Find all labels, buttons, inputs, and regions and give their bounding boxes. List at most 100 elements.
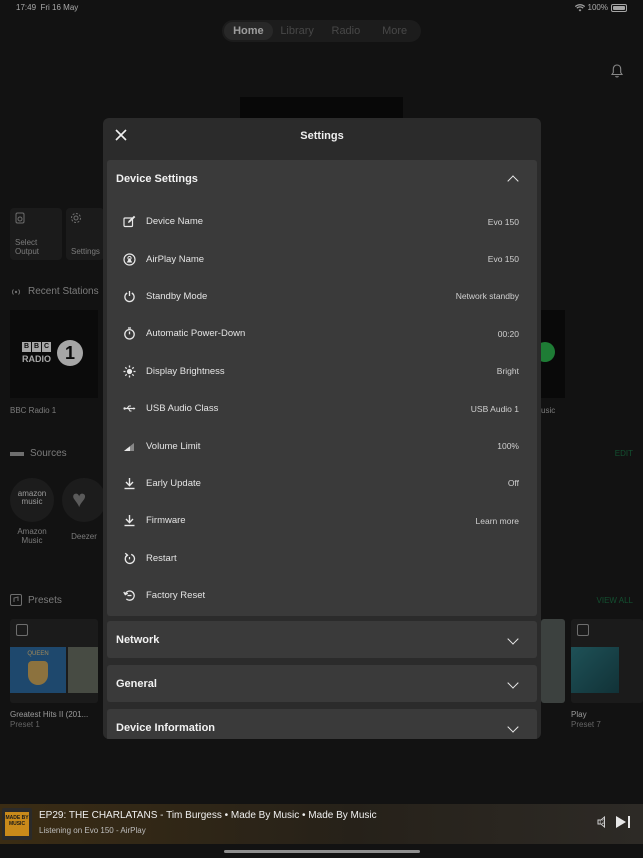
network-header[interactable]: Network	[107, 621, 537, 658]
settings-title: Settings	[300, 130, 344, 142]
setting-value: 00:20	[497, 328, 519, 339]
player-track-title: EP29: THE CHARLATANS - Tim Burgess • Mad…	[39, 810, 377, 821]
home-indicator[interactable]	[224, 850, 420, 853]
setting-early-update[interactable]: Early Update Off	[107, 465, 537, 502]
chevron-down-icon	[507, 633, 519, 645]
setting-usb-audio-class[interactable]: USB Audio Class USB Audio 1	[107, 390, 537, 427]
preset-card-1[interactable]: QUEEN	[10, 619, 98, 703]
wifi-icon	[574, 3, 585, 12]
setting-value: Off	[507, 478, 519, 489]
status-time: 17:49 Fri 16 May	[16, 3, 78, 12]
settings-header: Settings	[103, 118, 541, 154]
chevron-up-icon	[507, 175, 519, 187]
preset-card-7[interactable]	[571, 619, 643, 703]
play-icon[interactable]	[616, 816, 626, 828]
mini-player[interactable]: MADE BY MUSIC EP29: THE CHARLATANS - Tim…	[0, 804, 643, 844]
setting-label: Volume Limit	[146, 440, 201, 452]
setting-value: Evo 150	[487, 216, 519, 227]
speaker-output-icon	[14, 212, 58, 224]
general-title: General	[116, 677, 157, 690]
preset-artwork-text: QUEEN	[27, 651, 49, 657]
station-card-partial[interactable]	[535, 310, 565, 398]
source-amazon-music[interactable]: amazon music	[10, 478, 54, 522]
presets-icon	[10, 594, 22, 606]
setting-factory-reset[interactable]: Factory Reset	[107, 577, 537, 614]
chevron-down-icon	[507, 677, 519, 689]
status-clock: 17:49	[16, 3, 37, 12]
battery-percentage: 100%	[587, 3, 608, 12]
status-bar: 17:49 Fri 16 May 100%	[0, 0, 643, 16]
tab-radio[interactable]: Radio	[322, 22, 371, 40]
setting-automatic-power-down[interactable]: Automatic Power-Down 00:20	[107, 315, 537, 352]
bbc-radio-1-logo: B B C RADIO 1	[22, 340, 83, 366]
station-label: BBC Radio 1	[10, 406, 57, 415]
setting-volume-limit[interactable]: Volume Limit 100%	[107, 427, 537, 464]
top-nav: Home Library Radio More	[222, 20, 421, 42]
setting-value: Bright	[496, 366, 519, 377]
firmware-learn-more-link[interactable]: Learn more	[476, 516, 519, 526]
select-output-tile[interactable]: Select Output	[10, 208, 62, 260]
sources-title: Sources	[30, 448, 67, 459]
preset-artwork: QUEEN	[10, 647, 66, 693]
station-card-bbc-radio-1[interactable]: B B C RADIO 1	[10, 310, 98, 398]
setting-restart[interactable]: Restart	[107, 540, 537, 577]
gear-icon	[70, 212, 100, 224]
tab-library[interactable]: Library	[273, 22, 322, 40]
tab-home[interactable]: Home	[224, 22, 273, 40]
setting-value: Evo 150	[487, 254, 519, 265]
amazon-music-logo: amazon music	[17, 489, 47, 506]
setting-airplay-name[interactable]: AirPlay Name Evo 150	[107, 240, 537, 277]
setting-standby-mode[interactable]: Standby Mode Network standby	[107, 278, 537, 315]
setting-label: Standby Mode	[146, 290, 208, 302]
airplay-icon	[122, 252, 136, 266]
device-information-title: Device Information	[116, 721, 216, 734]
settings-tile-label: Settings	[71, 247, 100, 256]
recent-stations-heading: Recent Stations	[10, 286, 99, 297]
setting-value: 100%	[497, 441, 519, 452]
bbc-logo-block: C	[42, 342, 51, 352]
setting-firmware[interactable]: Firmware Learn more	[107, 502, 537, 539]
setting-label: Automatic Power-Down	[146, 328, 246, 340]
general-header[interactable]: General	[107, 665, 537, 702]
network-section[interactable]: Network	[107, 621, 537, 658]
device-settings-header[interactable]: Device Settings	[107, 160, 537, 197]
preset-card-partial[interactable]	[541, 619, 565, 703]
station-label: usic	[541, 406, 556, 415]
recent-stations-title: Recent Stations	[28, 286, 99, 297]
setting-value: Network standby	[455, 291, 519, 302]
network-title: Network	[116, 633, 160, 646]
setting-display-brightness[interactable]: Display Brightness Bright	[107, 353, 537, 390]
preset-music-icon	[16, 624, 28, 636]
preset-name: Greatest Hits II (201...	[10, 710, 89, 719]
source-label: Amazon Music	[17, 527, 47, 545]
download-icon	[122, 514, 136, 528]
setting-label: Restart	[146, 552, 177, 564]
preset-artwork-strip	[68, 647, 98, 693]
setting-device-name[interactable]: Device Name Evo 150	[107, 203, 537, 240]
volume-level: 12	[598, 820, 605, 826]
presets-view-all-link[interactable]: VIEW ALL	[597, 596, 633, 605]
device-settings-list: Device Name Evo 150 AirPlay Name Evo 150…	[107, 197, 537, 616]
device-information-header[interactable]: Device Information	[107, 709, 537, 739]
notification-bell-icon[interactable]	[611, 64, 623, 78]
bbc-logo-block: B	[22, 342, 31, 352]
tab-more[interactable]: More	[370, 22, 419, 40]
preset-number: Preset 1	[10, 720, 40, 729]
preset-label: Greatest Hits II (201... Preset 1	[10, 710, 88, 730]
settings-tile[interactable]: Settings	[66, 208, 104, 260]
sources-edit-link[interactable]: EDIT	[615, 449, 633, 458]
source-deezer[interactable]: ♥	[62, 478, 106, 522]
settings-modal: Settings Device Settings Device Name Evo…	[103, 118, 541, 739]
battery-icon	[611, 3, 627, 12]
setting-label: Device Name	[146, 216, 204, 228]
presets-title: Presets	[28, 594, 62, 606]
presets-heading: Presets	[10, 594, 62, 606]
general-section[interactable]: General	[107, 665, 537, 702]
reset-icon	[122, 589, 136, 603]
volume-limit-icon	[122, 439, 136, 453]
chevron-down-icon	[507, 721, 519, 733]
sources-heading: Sources	[10, 448, 67, 459]
brightness-icon	[122, 364, 136, 378]
select-output-label: Select Output	[15, 238, 40, 256]
device-information-section[interactable]: Device Information	[107, 709, 537, 739]
